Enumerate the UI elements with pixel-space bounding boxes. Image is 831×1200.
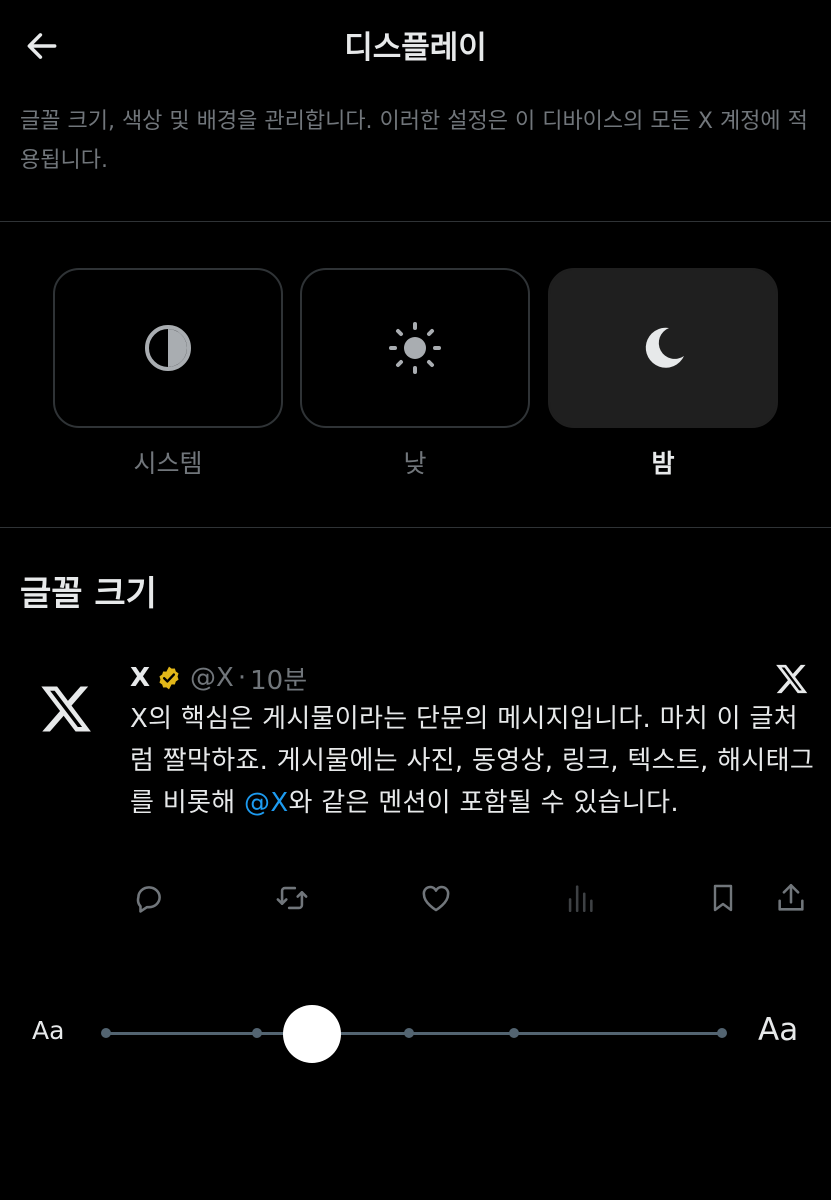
slider-thumb[interactable] — [283, 1005, 341, 1063]
divider — [0, 221, 831, 222]
display-description: 글꼴 크기, 색상 및 배경을 관리합니다. 이러한 설정은 이 디바이스의 모… — [20, 109, 808, 173]
post-text: X의 핵심은 게시물이라는 단문의 메시지입니다. 마치 이 글처럼 짤막하죠.… — [130, 698, 820, 824]
slider-tick[interactable] — [101, 1028, 111, 1038]
share-icon — [778, 883, 804, 911]
mention-link[interactable]: @X — [244, 788, 288, 818]
theme-card-system[interactable] — [53, 268, 283, 428]
share-button[interactable] — [771, 875, 811, 921]
font-size-title: 글꼴 크기 — [20, 574, 157, 614]
theme-card-night[interactable] — [548, 268, 778, 428]
author-handle: @X — [190, 663, 234, 693]
post-text-end: 와 같은 멘션이 포함될 수 있습니다. — [288, 788, 679, 818]
post-actions — [0, 875, 831, 921]
theme-option-day[interactable]: 낮 — [300, 268, 530, 480]
verified-badge-icon — [156, 665, 182, 691]
repost-icon — [276, 886, 308, 910]
post-header: X @X · 10분 — [130, 658, 307, 698]
bookmark-icon — [713, 884, 733, 912]
separator-dot: · — [237, 663, 247, 693]
theme-selector: 시스템 낮 밤 — [0, 268, 831, 488]
header: 디스플레이 — [0, 0, 831, 92]
bookmark-button[interactable] — [703, 875, 743, 921]
views-icon — [568, 885, 593, 913]
font-size-min-label: Aa — [32, 1016, 65, 1045]
like-icon — [422, 885, 450, 912]
theme-option-night[interactable]: 밤 — [548, 268, 778, 480]
divider — [0, 527, 831, 528]
theme-option-system[interactable]: 시스템 — [53, 268, 283, 480]
repost-button[interactable] — [272, 875, 312, 921]
like-button[interactable] — [416, 875, 456, 921]
font-size-max-label: Aa — [758, 1012, 799, 1048]
preview-post: X @X · 10분 X의 핵심은 게시물이라는 단문의 메시지입니다. 마치 … — [0, 650, 831, 930]
reply-icon — [136, 886, 161, 913]
moon-icon — [645, 327, 684, 368]
slider-tick[interactable] — [717, 1028, 727, 1038]
half-circle-icon — [145, 325, 191, 371]
slider-tick[interactable] — [404, 1028, 414, 1038]
font-size-slider: Aa Aa — [0, 1000, 831, 1070]
author-name: X — [130, 663, 151, 693]
page-title: 디스플레이 — [344, 30, 487, 66]
slider-tick[interactable] — [509, 1028, 519, 1038]
slider-track[interactable] — [105, 1032, 723, 1035]
slider-tick[interactable] — [252, 1028, 262, 1038]
theme-label-day: 낮 — [403, 449, 427, 478]
x-logo-icon — [41, 686, 91, 732]
sun-icon — [389, 322, 441, 374]
x-brand-icon — [772, 660, 810, 698]
post-time: 10분 — [250, 665, 308, 696]
views-button[interactable] — [560, 875, 600, 921]
reply-button[interactable] — [129, 875, 169, 921]
theme-label-system: 시스템 — [133, 449, 203, 478]
avatar — [30, 674, 100, 744]
theme-card-day[interactable] — [300, 268, 530, 428]
theme-label-night: 밤 — [651, 449, 675, 478]
